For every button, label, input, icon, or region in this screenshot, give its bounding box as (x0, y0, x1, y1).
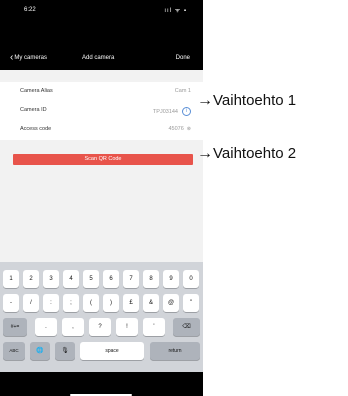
page-title: Add camera (82, 55, 115, 61)
key-2[interactable]: 2 (23, 270, 39, 288)
chevron-left-icon: ‹ (10, 52, 14, 63)
clear-icon[interactable]: ⊗ (187, 126, 191, 132)
arrow-right-icon: → (197, 92, 213, 109)
key-abc[interactable]: ABC (3, 342, 25, 360)
key-more-symbols[interactable]: #+= (3, 318, 27, 336)
key-hyphen[interactable]: - (3, 294, 19, 312)
key-ampersand[interactable]: & (143, 294, 159, 312)
key-pound[interactable]: £ (123, 294, 139, 312)
key-exclamation[interactable]: ! (116, 318, 138, 336)
key-3[interactable]: 3 (43, 270, 59, 288)
key-question[interactable]: ? (89, 318, 111, 336)
done-button[interactable]: Done (176, 55, 190, 61)
info-icon[interactable]: i (182, 107, 191, 116)
camera-alias-field[interactable]: Cam 1 (175, 88, 191, 94)
status-icons: ııl ᯤ ▪ (164, 8, 187, 14)
key-period[interactable]: . (35, 318, 57, 336)
key-6[interactable]: 6 (103, 270, 119, 288)
key-7[interactable]: 7 (123, 270, 139, 288)
access-code-label: Access code (20, 126, 52, 132)
space-key[interactable]: space (80, 342, 144, 360)
key-1[interactable]: 1 (3, 270, 19, 288)
key-quote[interactable]: " (183, 294, 199, 312)
globe-icon[interactable]: 🌐 (30, 342, 50, 360)
navigation-bar: ‹ My cameras Add camera Done (0, 46, 203, 70)
key-5[interactable]: 5 (83, 270, 99, 288)
back-button[interactable]: ‹ My cameras (10, 52, 48, 63)
camera-id-label: Camera ID (20, 107, 47, 113)
camera-alias-label: Camera Alias (20, 88, 53, 94)
backspace-icon[interactable]: ⌫ (173, 318, 200, 336)
keyboard: 1 2 3 4 5 6 7 8 9 0 - / : ; ( ) £ & @ " … (0, 262, 203, 372)
phone-screen: 6:22 ııl ᯤ ▪ ‹ My cameras Add camera Don… (0, 0, 203, 396)
key-colon[interactable]: : (43, 294, 59, 312)
microphone-icon[interactable]: 🎙 (55, 342, 75, 360)
key-at[interactable]: @ (163, 294, 179, 312)
key-close-paren[interactable]: ) (103, 294, 119, 312)
camera-id-field[interactable]: TPJ03144 i (153, 107, 191, 116)
camera-form: Camera Alias Cam 1 Camera ID TPJ03144 i … (0, 82, 203, 140)
scan-qr-code-button[interactable]: Scan QR Code (13, 154, 193, 165)
annotation-label: Vaihtoehto 2 (213, 145, 297, 162)
key-comma[interactable]: , (62, 318, 84, 336)
annotation-option-2: →Vaihtoehto 2 (197, 145, 296, 163)
key-apostrophe[interactable]: ' (143, 318, 165, 336)
key-open-paren[interactable]: ( (83, 294, 99, 312)
key-9[interactable]: 9 (163, 270, 179, 288)
home-indicator-area (0, 372, 203, 396)
back-label: My cameras (14, 55, 48, 61)
content-area: Camera Alias Cam 1 Camera ID TPJ03144 i … (0, 70, 203, 262)
annotation-option-1: →Vaihtoehto 1 (197, 92, 296, 110)
key-0[interactable]: 0 (183, 270, 199, 288)
access-code-row[interactable]: Access code 45076 ⊗ (0, 120, 203, 139)
annotation-label: Vaihtoehto 1 (213, 92, 297, 109)
return-key[interactable]: return (150, 342, 200, 360)
access-code-field[interactable]: 45076 ⊗ (169, 126, 192, 132)
key-semicolon[interactable]: ; (63, 294, 79, 312)
camera-alias-row[interactable]: Camera Alias Cam 1 (0, 82, 203, 101)
camera-id-row[interactable]: Camera ID TPJ03144 i (0, 101, 203, 120)
key-4[interactable]: 4 (63, 270, 79, 288)
key-8[interactable]: 8 (143, 270, 159, 288)
arrow-right-icon: → (197, 145, 213, 162)
key-slash[interactable]: / (23, 294, 39, 312)
status-bar: 6:22 ııl ᯤ ▪ (0, 0, 203, 22)
status-time: 6:22 (24, 7, 36, 13)
